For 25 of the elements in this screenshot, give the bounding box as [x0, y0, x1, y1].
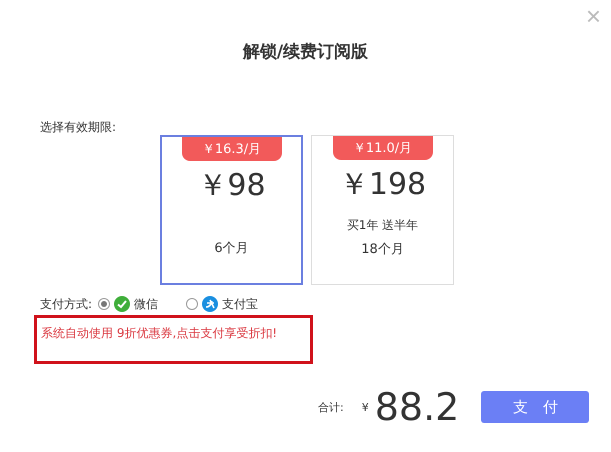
payment-option[interactable]: 支付宝 — [186, 296, 258, 312]
dialog-title: 解锁/续费订阅版 — [242, 41, 368, 64]
radio-button[interactable] — [186, 298, 198, 310]
payment-option-label: 支付宝 — [222, 296, 258, 312]
payment-option[interactable]: 微信 — [98, 296, 158, 312]
notice-text: 系统自动使用 9折优惠券,点击支付享受折扣! — [41, 326, 278, 340]
plan-card[interactable]: ￥16.3/月 ￥98 6个月 — [160, 135, 303, 285]
plan-duration: 6个月 — [214, 240, 249, 257]
plan-price: ￥198 — [338, 166, 426, 204]
payment-label: 支付方式: — [40, 296, 92, 312]
price-badge: ￥16.3/月 — [182, 137, 282, 161]
check-icon — [114, 296, 130, 312]
radio-button[interactable] — [98, 298, 110, 310]
alipay-icon — [202, 296, 218, 312]
period-label: 选择有效期限: — [40, 119, 116, 135]
currency-sign: ¥ — [362, 400, 369, 414]
payment-option-label: 微信 — [134, 296, 158, 312]
plan-duration: 18个月 — [361, 241, 404, 258]
total-label: 合计: — [318, 400, 344, 414]
total-amount: 88.2 — [374, 385, 460, 429]
price-badge: ￥11.0/月 — [332, 136, 432, 160]
plan-price: ￥98 — [197, 167, 266, 205]
plan-note: 买1年 送半年 — [346, 217, 418, 234]
plan-card[interactable]: ￥11.0/月 ￥198 买1年 送半年 18个月 — [311, 135, 454, 285]
pay-button[interactable]: 支 付 — [481, 391, 590, 423]
